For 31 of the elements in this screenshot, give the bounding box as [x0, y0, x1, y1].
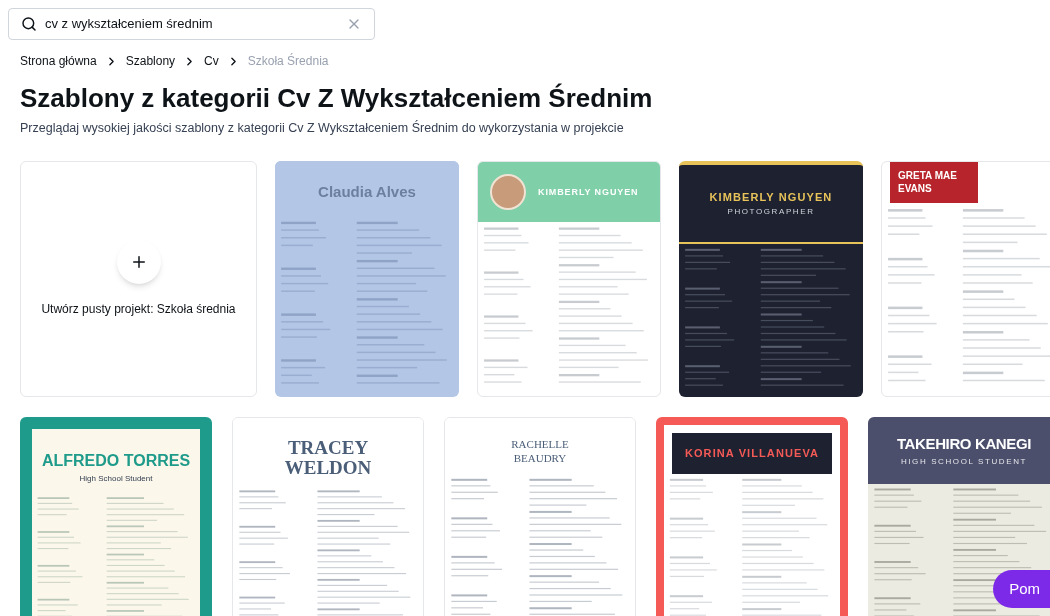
plus-icon [116, 240, 161, 285]
page-title: Szablony z kategorii Cv Z Wykształceniem Średnim [20, 82, 654, 115]
template-name: GRETA MAE EVANS [898, 170, 958, 196]
template-name: KIMBERLY NGUYEN [709, 190, 833, 206]
create-blank-card[interactable]: Utwórz pusty projekt: Szkoła średnia [20, 161, 257, 398]
template-name: KIMBERLY NGUYEN [538, 185, 639, 199]
page-description: Przeglądaj wysokiej jakości szablony z kategorii Cv Z Wykształceniem Średnim do wykorzystania w projekcie [20, 119, 625, 137]
template-thumbnail[interactable]: KORINA VILLANUEVA [656, 417, 848, 616]
template-subtitle: PHOTOGRAPHER [726, 205, 816, 218]
help-button[interactable]: Pom [993, 570, 1050, 608]
template-thumbnail[interactable]: KIMBERLY NGUYEN PHOTOGRAPHER [679, 161, 863, 398]
search-value: cv z wykształceniem średnim [45, 15, 214, 34]
template-subtitle: HIGH SCHOOL STUDENT [899, 455, 1029, 468]
template-name: TRACEY WELDON [283, 438, 373, 479]
template-name: KORINA VILLANUEVA [684, 446, 820, 462]
breadcrumb-link[interactable]: Cv [204, 52, 219, 70]
search-icon [21, 16, 37, 32]
breadcrumb-link[interactable]: Strona główna [20, 52, 97, 70]
template-subtitle: High School Student [78, 473, 154, 486]
template-thumbnail[interactable]: TRACEY WELDON [232, 417, 424, 616]
template-thumbnail[interactable]: ALFREDO TORRES High School Student [20, 417, 212, 616]
template-name: Claudia Alves [318, 182, 416, 203]
create-blank-label: Utwórz pusty projekt: Szkoła średnia [41, 301, 236, 319]
avatar-photo-placeholder [490, 174, 526, 211]
breadcrumb-link[interactable]: Szablony [125, 52, 176, 70]
template-name: RACHELLE BEAUDRY [510, 438, 570, 466]
template-thumbnail[interactable]: GRETA MAE EVANS [881, 161, 1050, 398]
template-name: TAKEHIRO KANEGI [896, 434, 1032, 455]
template-name: ALFREDO TORRES [41, 451, 191, 472]
search-field[interactable]: cv z wykształceniem średnim [8, 8, 375, 40]
template-thumbnail[interactable]: RACHELLE BEAUDRY [444, 417, 636, 616]
